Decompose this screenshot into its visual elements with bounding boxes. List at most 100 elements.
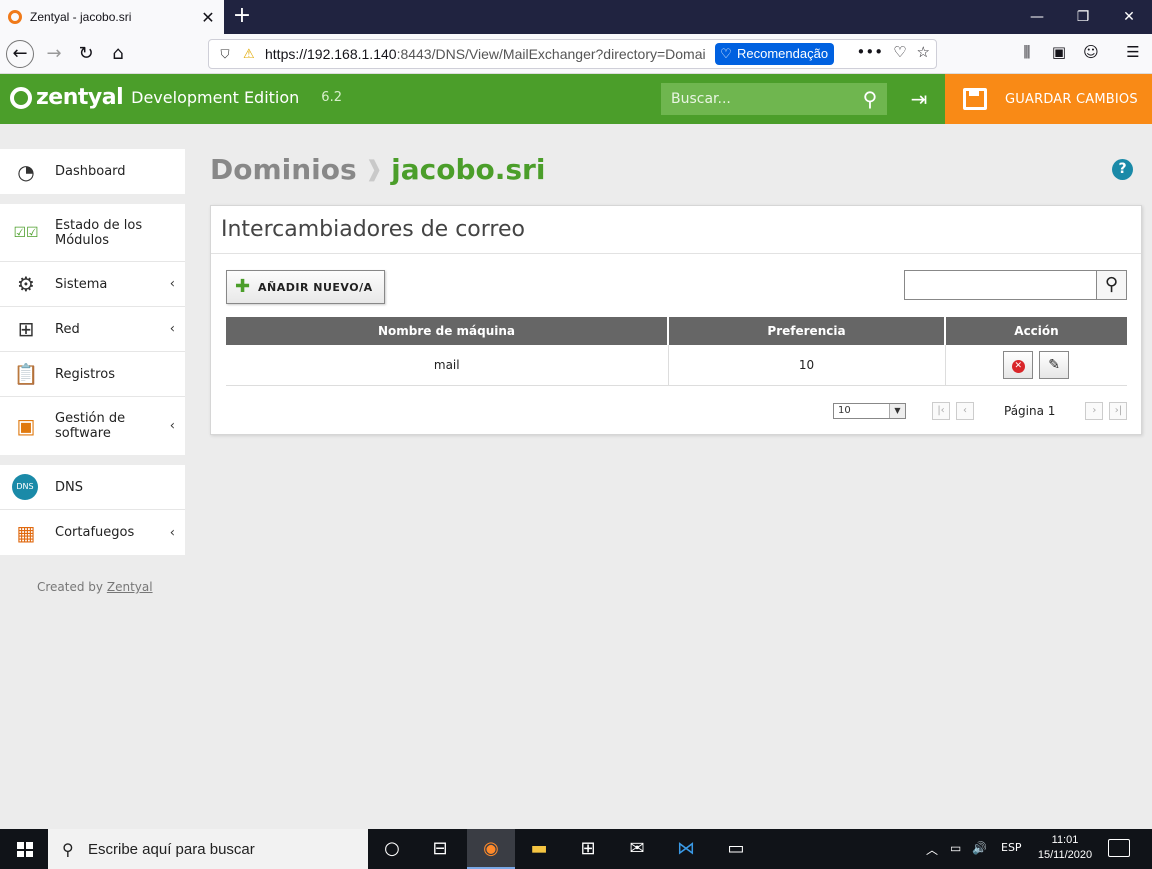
zentyal-logo[interactable]: zentyal Development Edition 6.2: [10, 85, 342, 110]
chevron-down-icon: ▼: [889, 404, 905, 418]
search-icon: ⚲: [62, 839, 74, 859]
sidebar-item-dns[interactable]: DNS DNS: [0, 465, 185, 510]
sidebar-item-firewall[interactable]: ▦ Cortafuegos ‹: [0, 510, 185, 555]
sidebar-item-logs[interactable]: 📋 Registros: [0, 352, 185, 397]
sidebar-item-dashboard[interactable]: ◔ Dashboard: [0, 149, 185, 194]
sidebar: ◔ Dashboard ☑☑ Estado de los Módulos ⚙ S…: [0, 149, 185, 565]
windows-taskbar: ⚲ Escribe aquí para buscar ○ ⊟ ◉ ▬ ⊞ ✉ ⋈…: [0, 829, 1152, 869]
volume-icon[interactable]: 🔊: [972, 841, 987, 855]
table-row: mail 10 ✕ ✎: [226, 345, 1127, 386]
sidebar-item-software[interactable]: ▣ Gestión de software ‹: [0, 397, 185, 455]
first-page-icon[interactable]: |‹: [932, 402, 950, 420]
sidebar-item-network[interactable]: ⊞ Red ‹: [0, 307, 185, 352]
last-page-icon[interactable]: ›|: [1109, 402, 1128, 420]
plus-icon: ✚: [235, 276, 251, 297]
task-view-icon[interactable]: ⊟: [416, 829, 464, 869]
column-header: Preferencia: [668, 317, 946, 345]
clock[interactable]: 11:01 15/11/2020: [1030, 833, 1100, 863]
library-icon[interactable]: ⫼: [1016, 43, 1038, 61]
firewall-icon: ▦: [16, 520, 36, 545]
column-header: Acción: [945, 317, 1127, 345]
previous-page-icon[interactable]: ‹: [956, 402, 974, 420]
network-status-icon[interactable]: ▭: [950, 841, 961, 855]
sidebar-item-label: Registros: [55, 366, 115, 382]
insecure-lock-icon[interactable]: ⚠: [243, 47, 259, 62]
windows-logo-icon: [17, 842, 33, 857]
gear-icon: ⚙: [17, 272, 35, 296]
hostname-cell: mail: [226, 345, 669, 386]
terminal-icon[interactable]: ▭: [712, 829, 760, 869]
breadcrumb-separator-icon: ❱: [364, 157, 384, 182]
save-changes-label: GUARDAR CAMBIOS: [1005, 91, 1138, 107]
home-icon[interactable]: ⌂: [104, 40, 132, 68]
edit-button[interactable]: ✎: [1039, 350, 1070, 379]
shield-icon[interactable]: ⛉: [217, 46, 233, 62]
chevron-left-icon: ‹: [169, 525, 175, 540]
chevron-left-icon: ‹: [169, 276, 175, 292]
zentyal-logo-icon: [10, 86, 32, 109]
browser-tab[interactable]: Zentyal - jacobo.sri ✕: [0, 0, 224, 34]
sidebar-item-label: Sistema: [55, 276, 108, 292]
add-new-button[interactable]: ✚ AÑADIR NUEVO/A: [226, 270, 385, 304]
notifications-icon[interactable]: [1108, 839, 1130, 857]
recommendation-button[interactable]: ♡ Recomendação: [715, 43, 835, 65]
account-icon[interactable]: ☺: [1080, 43, 1102, 61]
minimize-icon[interactable]: —: [1014, 0, 1060, 34]
checkbox-list-icon: ☑☑: [13, 224, 39, 241]
reload-icon[interactable]: ↻: [72, 40, 100, 68]
forward-icon[interactable]: →: [40, 40, 68, 68]
logout-icon[interactable]: ⇥: [904, 86, 934, 112]
mail-icon[interactable]: ✉: [613, 829, 661, 869]
search-icon[interactable]: ⚲: [853, 83, 887, 115]
browser-navbar: ← → ↻ ⌂ ⛉ ⚠ https://192.168.1.140:8443/D…: [0, 34, 1152, 74]
recommendation-label: Recomendação: [737, 46, 829, 61]
add-new-label: AÑADIR NUEVO/A: [258, 280, 373, 294]
sidebar-item-module-status[interactable]: ☑☑ Estado de los Módulos: [0, 204, 185, 262]
pocket-icon[interactable]: ♡: [893, 43, 906, 61]
url-text[interactable]: https://192.168.1.140:8443/DNS/View/Mail…: [265, 46, 705, 62]
created-by-text: Created by: [37, 580, 104, 594]
close-window-icon[interactable]: ✕: [1106, 0, 1152, 34]
menu-icon[interactable]: ☰: [1122, 43, 1144, 61]
close-tab-icon[interactable]: ✕: [196, 8, 220, 27]
url-host: https://192.168.1.140: [265, 46, 397, 62]
preference-cell: 10: [668, 345, 946, 386]
start-button[interactable]: [0, 829, 48, 869]
breadcrumb-parent[interactable]: Dominios: [210, 153, 357, 186]
new-tab-button[interactable]: +: [230, 4, 254, 28]
more-actions-icon[interactable]: •••: [857, 43, 884, 61]
delete-icon: ✕: [1011, 359, 1025, 373]
store-icon[interactable]: ⊞: [564, 829, 612, 869]
back-icon[interactable]: ←: [6, 40, 34, 68]
next-page-icon[interactable]: ›: [1085, 402, 1104, 420]
save-changes-button[interactable]: GUARDAR CAMBIOS: [945, 74, 1152, 124]
table-search-input[interactable]: [904, 270, 1097, 300]
mail-exchangers-panel: Intercambiadores de correo ✚ AÑADIR NUEV…: [210, 205, 1142, 435]
language-indicator[interactable]: ESP: [1001, 841, 1022, 854]
vscode-icon[interactable]: ⋈: [662, 829, 710, 869]
sidebar-item-label: Dashboard: [55, 164, 126, 179]
dashboard-gauge-icon: ◔: [17, 159, 35, 184]
restore-icon[interactable]: ❐: [1060, 0, 1106, 34]
zentyal-favicon-icon: [8, 10, 22, 24]
sidebar-item-system[interactable]: ⚙ Sistema ‹: [0, 262, 185, 307]
clock-date: 15/11/2020: [1037, 849, 1093, 861]
chevron-left-icon: ‹: [169, 418, 175, 434]
chevron-up-icon[interactable]: ︿: [926, 841, 938, 858]
help-icon[interactable]: ?: [1112, 159, 1133, 180]
search-icon[interactable]: ⚲: [1097, 270, 1127, 300]
mail-exchangers-table: Nombre de máquina Preferencia Acción mai…: [226, 317, 1127, 386]
delete-button[interactable]: ✕: [1003, 350, 1034, 379]
bookmark-star-icon[interactable]: ☆: [917, 43, 930, 61]
pencil-icon: ✎: [1048, 356, 1061, 373]
file-explorer-icon[interactable]: ▬: [515, 829, 563, 869]
page-size-select[interactable]: 10 ▼: [833, 403, 906, 419]
header-search: Buscar... ⚲: [661, 83, 887, 115]
taskbar-search[interactable]: ⚲ Escribe aquí para buscar: [48, 829, 368, 869]
url-bar[interactable]: ⛉ ⚠ https://192.168.1.140:8443/DNS/View/…: [208, 39, 937, 69]
firefox-icon[interactable]: ◉: [467, 829, 515, 869]
header-search-input[interactable]: Buscar...: [661, 91, 853, 107]
cortana-icon[interactable]: ○: [368, 829, 416, 869]
sidebar-toggle-icon[interactable]: ▣: [1048, 43, 1070, 61]
zentyal-link[interactable]: Zentyal: [107, 580, 153, 594]
